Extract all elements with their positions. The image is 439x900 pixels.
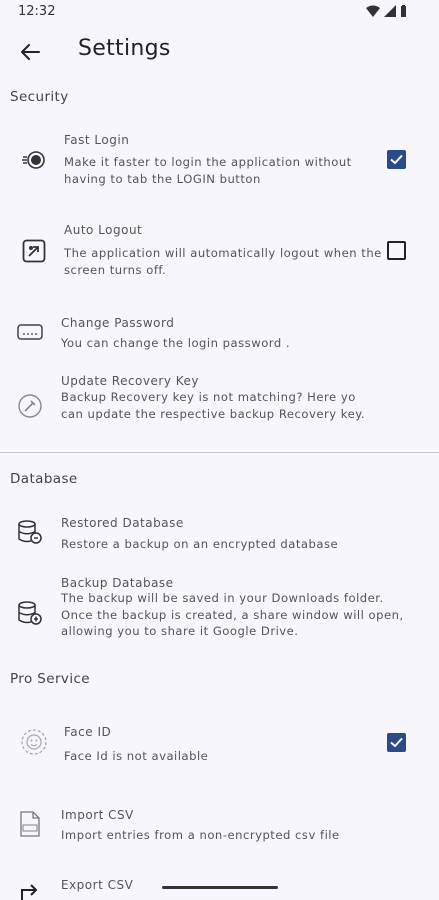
item-title: Update Recovery Key	[61, 374, 199, 388]
item-description: Face Id is not available	[64, 749, 209, 763]
section-header-database: Database	[10, 471, 78, 487]
page-title: Settings	[78, 36, 171, 61]
item-title: Face ID	[64, 725, 112, 739]
item-title: Backup Database	[61, 576, 174, 590]
item-description: Import entries from a non-encrypted csv …	[61, 828, 340, 842]
setting-auto-logout[interactable]: Auto Logout The application will automat…	[0, 219, 439, 283]
check-icon	[390, 154, 403, 165]
setting-import-csv[interactable]: Import CSV Import entries from a non-enc…	[0, 804, 439, 848]
status-time: 12:32	[18, 4, 56, 19]
item-title: Auto Logout	[64, 223, 143, 237]
app-bar: Settings	[0, 24, 439, 80]
status-bar: 12:32	[0, 0, 439, 24]
auto-logout-icon	[22, 239, 46, 263]
section-header-pro-service: Pro Service	[10, 671, 91, 687]
setting-change-password[interactable]: Change Password You can change the login…	[0, 312, 439, 356]
item-title: Export CSV	[61, 878, 134, 892]
item-title: Import CSV	[61, 808, 134, 822]
setting-restored-database[interactable]: Restored Database Restore a backup on an…	[0, 512, 439, 556]
setting-backup-database[interactable]: Backup Database The backup will be saved…	[0, 572, 439, 660]
signal-icon	[384, 5, 396, 17]
export-icon	[18, 880, 44, 900]
face-id-icon	[20, 728, 48, 756]
item-description: The application will automatically logou…	[64, 246, 382, 277]
item-description: Backup Recovery key is not matching? Her…	[61, 390, 366, 421]
auto-logout-checkbox[interactable]	[387, 241, 406, 260]
battery-icon	[401, 5, 406, 17]
face-id-checkbox[interactable]	[387, 733, 406, 752]
item-title: Change Password	[61, 316, 175, 330]
setting-update-recovery-key[interactable]: Update Recovery Key Backup Recovery key …	[0, 370, 439, 442]
item-description: Restore a backup on an encrypted databas…	[61, 537, 339, 551]
fast-login-icon	[22, 148, 46, 172]
check-icon	[390, 737, 403, 748]
fast-login-checkbox[interactable]	[387, 150, 406, 169]
arrow-back-icon	[21, 44, 40, 60]
item-description: Make it faster to login the application …	[64, 155, 352, 186]
section-header-security: Security	[10, 89, 69, 105]
item-title: Restored Database	[61, 516, 184, 530]
status-icons	[366, 5, 407, 17]
recovery-key-icon	[17, 394, 43, 418]
csv-file-icon	[18, 810, 42, 838]
database-restore-icon	[17, 520, 43, 544]
item-description: The backup will be saved in your Downloa…	[61, 591, 404, 638]
gesture-nav-handle[interactable]	[162, 886, 278, 889]
database-backup-icon	[17, 601, 43, 625]
item-description: You can change the login password .	[61, 336, 291, 350]
setting-face-id[interactable]: Face ID Face Id is not available	[0, 722, 439, 770]
wifi-icon	[366, 5, 380, 17]
item-title: Fast Login	[64, 133, 130, 147]
password-icon	[17, 320, 43, 344]
back-button[interactable]	[14, 36, 46, 68]
setting-fast-login[interactable]: Fast Login Make it faster to login the a…	[0, 128, 439, 198]
section-divider	[0, 452, 439, 453]
